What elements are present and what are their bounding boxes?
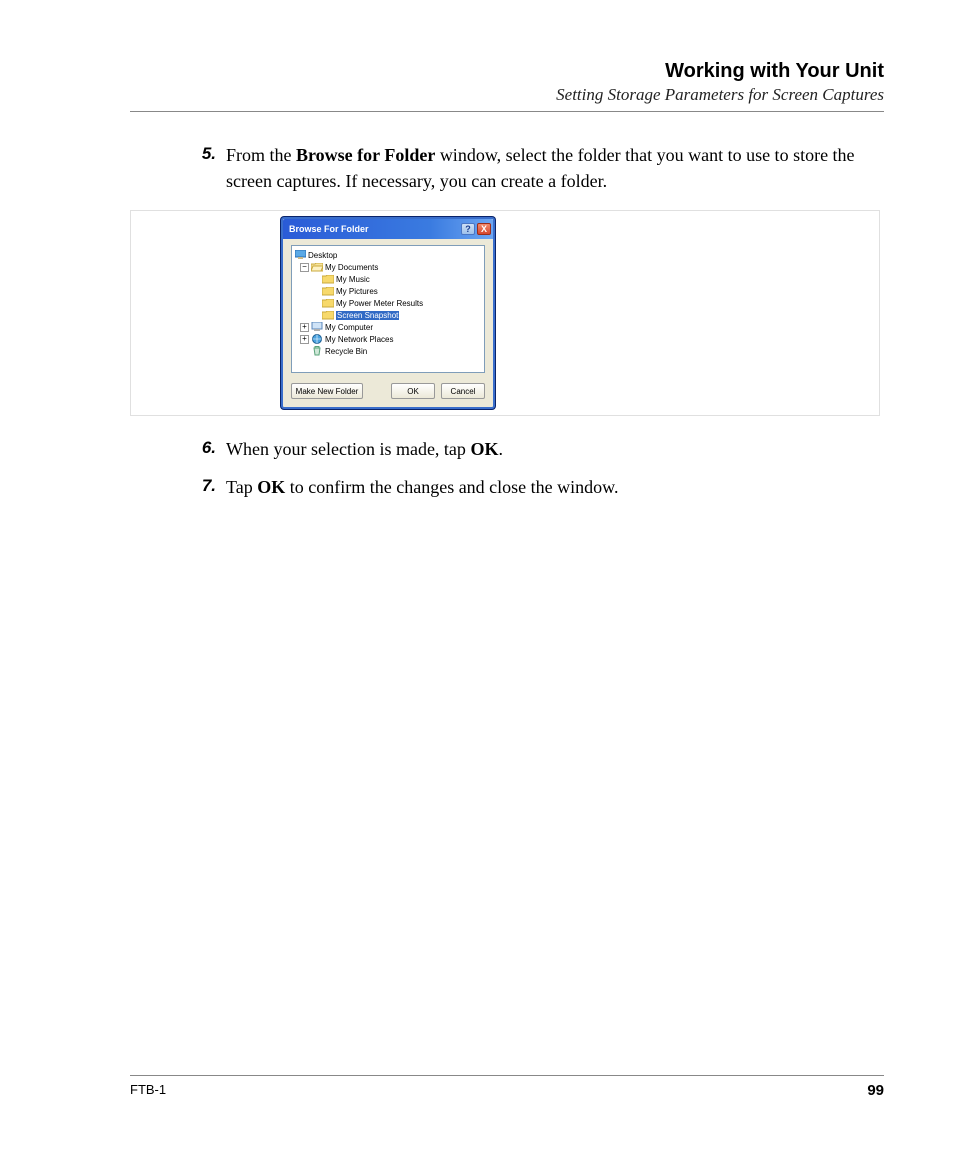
folder-icon [322,298,334,308]
folder-icon [322,274,334,284]
folder-open-icon [311,262,323,272]
tree-item-my-network-places[interactable]: + My Network Places [294,333,482,345]
tree-item-my-documents[interactable]: − My Documents [294,261,482,273]
dialog-body: Desktop − My Documents [283,239,493,407]
step-6: 6. When your selection is made, tap OK. [180,436,884,462]
header-rule [130,111,884,112]
step-text-bold: OK [470,439,498,459]
expand-icon[interactable]: + [300,323,309,332]
desktop-icon [294,250,306,260]
dialog-browse-for-folder: Browse For Folder ? X Desktop − [281,217,495,409]
step-text-bold: OK [257,477,285,497]
close-button[interactable]: X [477,223,491,235]
step-number: 5. [180,142,226,194]
section-title: Working with Your Unit [130,60,884,83]
dialog-button-row: Make New Folder OK Cancel [291,383,485,399]
page-number: 99 [867,1082,884,1099]
footer-left: FTB-1 [130,1082,166,1099]
section-subtitle: Setting Storage Parameters for Screen Ca… [130,85,884,105]
step-text-post: to confirm the changes and close the win… [285,477,618,497]
dialog-titlebar[interactable]: Browse For Folder ? X [283,219,493,239]
make-new-folder-button[interactable]: Make New Folder [291,383,363,399]
recycle-bin-icon [311,346,323,356]
step-5: 5. From the Browse for Folder window, se… [180,142,884,194]
cancel-button[interactable]: Cancel [441,383,485,399]
step-text: From the Browse for Folder window, selec… [226,142,884,194]
network-icon [311,334,323,344]
figure-browse-for-folder: Browse For Folder ? X Desktop − [130,210,880,416]
step-text-pre: Tap [226,477,257,497]
step-text-pre: From the [226,145,296,165]
collapse-icon[interactable]: − [300,263,309,272]
tree-label: My Pictures [336,287,378,296]
folder-icon [322,286,334,296]
tree-label: My Power Meter Results [336,299,423,308]
step-list-continued: 6. When your selection is made, tap OK. … [180,436,884,500]
step-text-pre: When your selection is made, tap [226,439,470,459]
step-text-bold: Browse for Folder [296,145,435,165]
page-header: Working with Your Unit Setting Storage P… [130,60,884,105]
folder-tree[interactable]: Desktop − My Documents [291,245,485,373]
tree-item-recycle-bin[interactable]: Recycle Bin [294,345,482,357]
tree-item-my-pictures[interactable]: My Pictures [294,285,482,297]
tree-label: My Documents [325,263,378,272]
expand-icon[interactable]: + [300,335,309,344]
tree-item-my-computer[interactable]: + My Computer [294,321,482,333]
tree-label: Desktop [308,251,337,260]
step-list: 5. From the Browse for Folder window, se… [180,142,884,194]
computer-icon [311,322,323,332]
tree-item-my-power-meter-results[interactable]: My Power Meter Results [294,297,482,309]
ok-button[interactable]: OK [391,383,435,399]
footer-rule [130,1075,884,1076]
tree-label: My Music [336,275,370,284]
tree-item-my-music[interactable]: My Music [294,273,482,285]
help-button[interactable]: ? [461,223,475,235]
step-text: When your selection is made, tap OK. [226,436,884,462]
tree-item-desktop[interactable]: Desktop [294,249,482,261]
tree-label: My Computer [325,323,373,332]
folder-icon [322,310,334,320]
page-footer: FTB-1 99 [130,1075,884,1099]
tree-item-screen-snapshot[interactable]: Screen Snapshot [294,309,482,321]
step-text-post: . [498,439,503,459]
footer-line: FTB-1 99 [130,1082,884,1099]
tree-label: Recycle Bin [325,347,367,356]
step-7: 7. Tap OK to confirm the changes and clo… [180,474,884,500]
dialog-title: Browse For Folder [289,224,459,234]
step-number: 7. [180,474,226,500]
step-text: Tap OK to confirm the changes and close … [226,474,884,500]
tree-label: My Network Places [325,335,393,344]
step-number: 6. [180,436,226,462]
tree-label: Screen Snapshot [336,311,399,320]
